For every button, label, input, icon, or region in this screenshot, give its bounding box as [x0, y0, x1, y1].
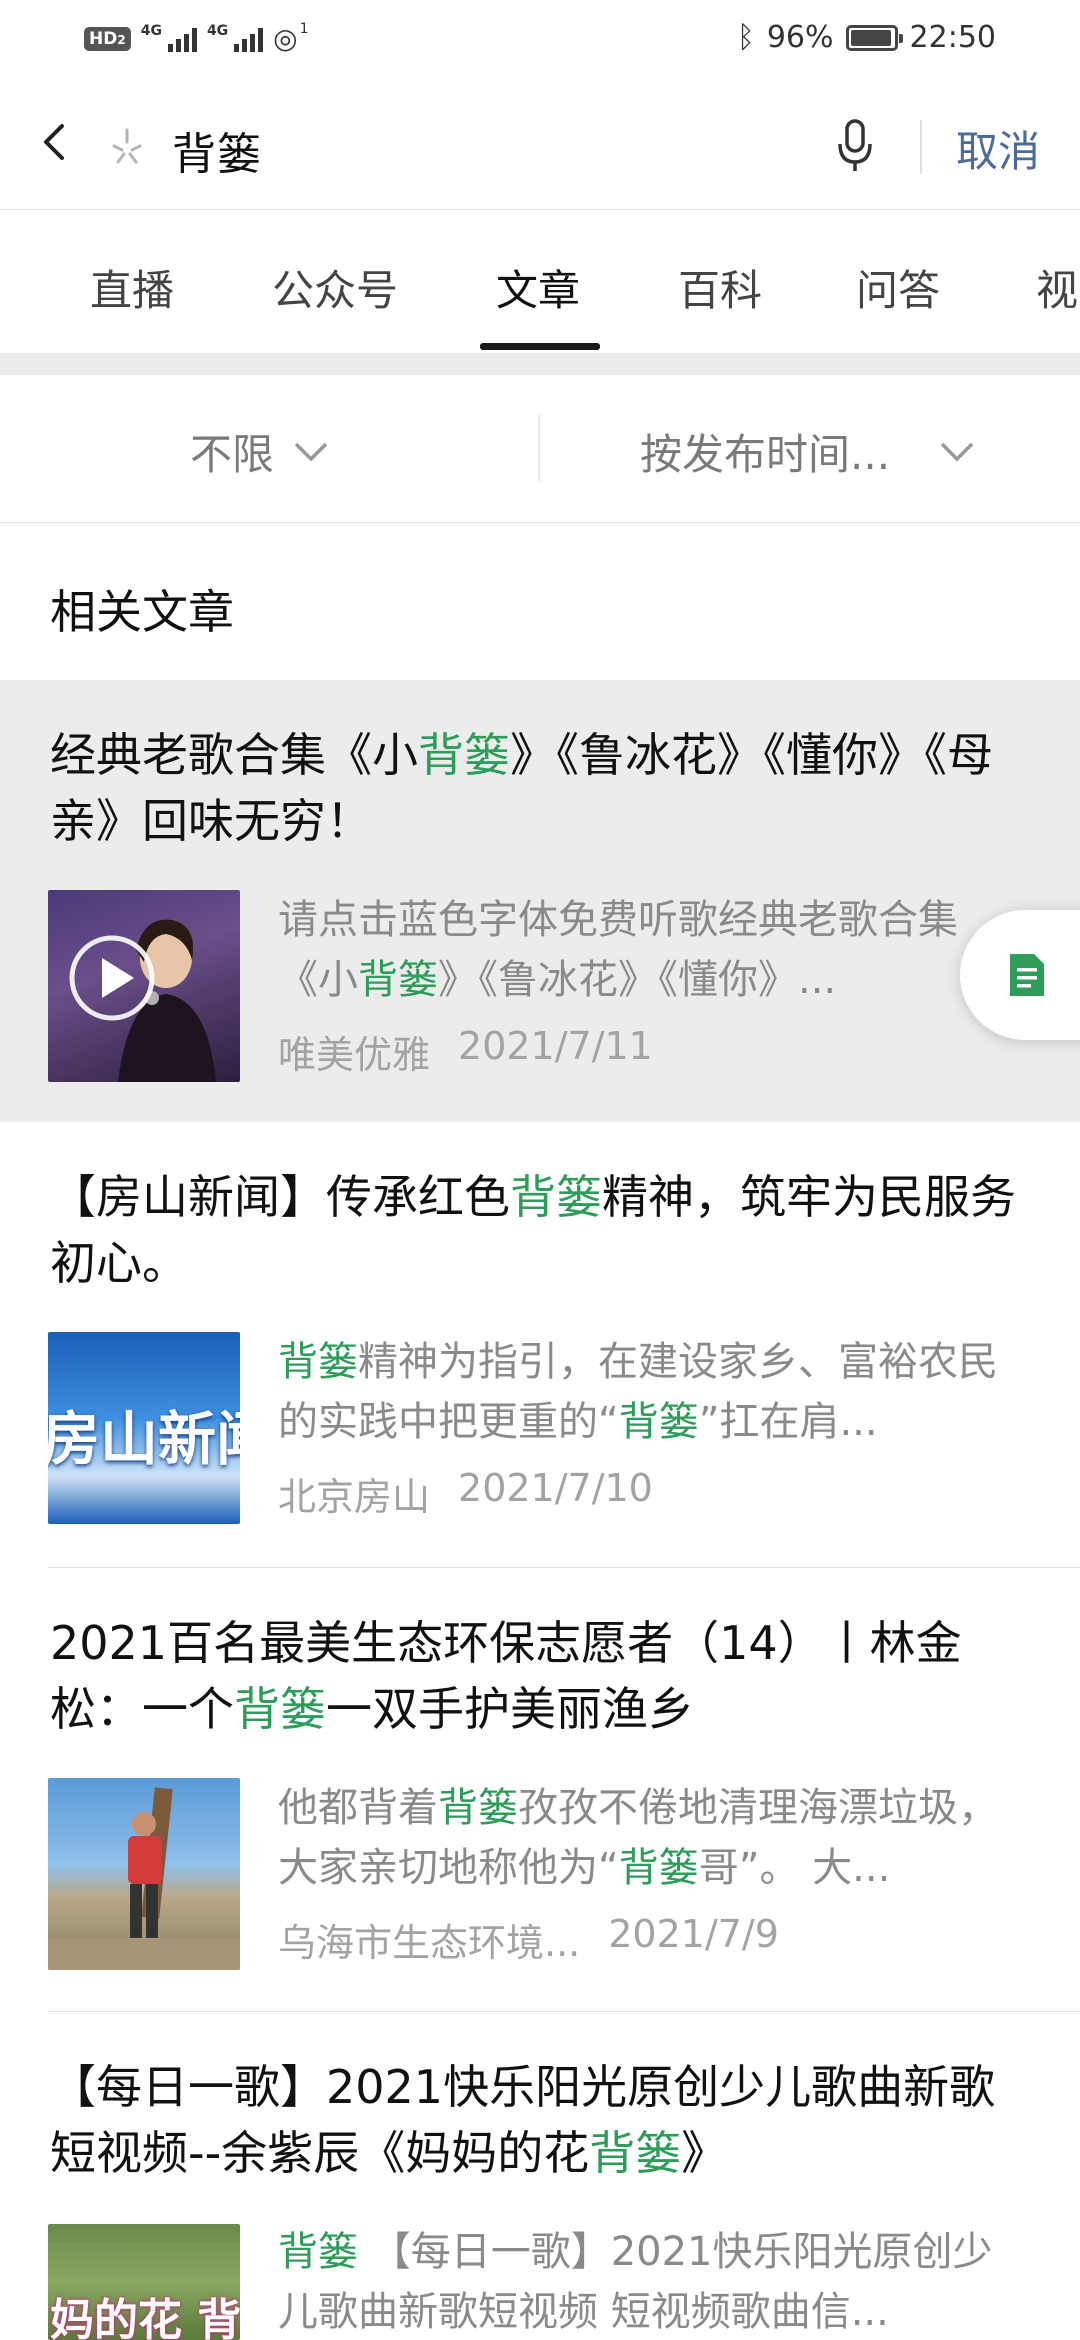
article-title: 2021百名最美生态环保志愿者（14）丨林金松：一个背篓一双手护美丽渔乡	[50, 1610, 1040, 1742]
text-segment: 【每日一歌】2021快乐阳光原创少儿歌曲新歌短视频 短视频歌曲信...	[278, 2229, 993, 2335]
header-divider	[920, 120, 922, 174]
text-segment: 哥”。 大...	[698, 1845, 891, 1891]
keyword-highlight: 背篓	[278, 1339, 358, 1385]
bluetooth-icon: ᛒ	[736, 20, 755, 55]
article-source: 北京房山	[278, 1475, 431, 1519]
article-source: 唯美优雅	[278, 1033, 431, 1077]
battery-level-fill	[850, 29, 891, 46]
article-card[interactable]: 【房山新闻】传承红色背篓精神，筑牢为民服务初心。 房山新闻 背篓精神为指引，在建…	[0, 1122, 1080, 1568]
microphone-icon[interactable]	[836, 118, 874, 174]
article-thumbnail	[48, 890, 240, 1082]
sim2-network-label: 4G	[206, 22, 229, 39]
play-icon	[102, 958, 134, 998]
keyword-highlight: 背篓	[438, 1785, 518, 1831]
tab-official-accounts[interactable]: 公众号	[272, 257, 398, 318]
sim1-network-label: 4G	[140, 22, 162, 39]
article-title: 【房山新闻】传承红色背篓精神，筑牢为民服务初心。	[50, 1164, 1040, 1296]
signal-strength-icon	[167, 26, 197, 52]
range-filter-label: 不限	[190, 430, 275, 479]
article-snippet: 背篓精神为指引，在建设家乡、富裕农民的实践中把更重的“背篓”扛在肩...	[278, 1332, 1018, 1452]
keyword-highlight: 背篓	[510, 1170, 602, 1224]
status-right: ᛒ 96% 22:50	[737, 20, 996, 55]
thumbnail-caption: 房山新闻	[48, 1405, 240, 1473]
article-source: 乌海市生态环境...	[278, 1921, 581, 1965]
tab-encyclopedia[interactable]: 百科	[678, 257, 762, 318]
battery-icon	[845, 24, 903, 51]
keyword-highlight: 背篓	[618, 1845, 699, 1891]
battery-percent: 96%	[766, 20, 834, 55]
signal-strength-icon	[234, 26, 264, 52]
hd-badge: HD2	[84, 26, 131, 51]
keyword-highlight: 背篓	[278, 2229, 358, 2275]
active-tab-indicator	[480, 343, 600, 350]
document-icon	[1010, 954, 1044, 996]
tab-qa[interactable]: 问答	[856, 257, 940, 318]
status-bar: HD2 4G 4G ◎ 1 ᛒ 96% 22:50	[0, 0, 1080, 80]
clock: 22:50	[909, 20, 996, 55]
chevron-down-icon	[940, 442, 974, 461]
section-title: 相关文章	[50, 585, 234, 639]
article-meta: 北京房山 2021/7/10	[278, 1466, 653, 1521]
range-filter[interactable]: 不限	[190, 421, 330, 482]
article-snippet: 请点击蓝色字体免费听歌经典老歌合集《小背篓》《鲁冰花》《懂你》...	[278, 890, 1018, 1010]
status-left: HD2 4G 4G ◎ 1	[84, 20, 309, 55]
filter-divider	[538, 415, 540, 481]
article-meta: 乌海市生态环境... 2021/7/9	[278, 1912, 779, 1967]
keyword-highlight: 背篓	[234, 1682, 326, 1736]
sort-filter[interactable]: 按发布时间...	[640, 421, 976, 482]
keyword-highlight: 背篓	[418, 728, 510, 782]
text-segment: 一双手护美丽渔乡	[326, 1682, 694, 1736]
keyword-highlight: 背篓	[589, 2126, 682, 2180]
volunteer-image	[48, 1787, 240, 1970]
article-card[interactable]: 经典老歌合集《小背篓》《鲁冰花》《懂你》《母亲》回味无穷！ 请点击蓝色字体免费听…	[0, 680, 1080, 1122]
wifi-sub-label: 1	[299, 20, 309, 37]
wifi-icon: ◎	[273, 22, 298, 55]
keyword-highlight: 背篓	[358, 957, 438, 1003]
article-thumbnail: 妈的花 背	[48, 2224, 240, 2340]
text-segment: ”扛在肩...	[698, 1399, 878, 1445]
search-header: 背篓 取消	[0, 80, 1080, 210]
article-date: 2021/7/9	[608, 1912, 779, 1956]
singer-image	[69, 919, 216, 1082]
sort-filter-label: 按发布时间...	[640, 430, 891, 479]
text-segment: 【房山新闻】传承红色	[50, 1170, 510, 1224]
tab-video[interactable]: 视	[1036, 257, 1078, 318]
filter-bar: 不限 按发布时间...	[0, 375, 1080, 523]
text-segment: 他都背着	[278, 1785, 438, 1831]
chevron-down-icon	[294, 442, 328, 461]
article-card[interactable]: 2021百名最美生态环保志愿者（14）丨林金松：一个背篓一双手护美丽渔乡 他都背…	[0, 1568, 1080, 2012]
article-meta: 唯美优雅 2021/7/11	[278, 1024, 653, 1079]
text-segment: 》《鲁冰花》《懂你》...	[438, 957, 837, 1003]
text-segment: 》	[681, 2126, 728, 2180]
article-thumbnail	[48, 1778, 240, 1970]
article-date: 2021/7/11	[458, 1024, 653, 1068]
article-snippet: 他都背着背篓孜孜不倦地清理海漂垃圾，大家亲切地称他为“背篓哥”。 大...	[278, 1778, 1018, 1898]
text-segment: 【每日一歌】2021快乐阳光原创少儿歌曲新歌短视频--余紫辰《妈妈的花	[50, 2060, 996, 2180]
tab-live[interactable]: 直播	[90, 257, 174, 318]
section-gap	[0, 353, 1080, 375]
tab-articles[interactable]: 文章	[496, 257, 580, 318]
keyword-highlight: 背篓	[618, 1399, 699, 1445]
article-thumbnail: 房山新闻	[48, 1332, 240, 1524]
thumbnail-caption: 妈的花 背	[50, 2295, 240, 2340]
search-input[interactable]: 背篓	[172, 118, 262, 182]
back-arrow-icon[interactable]	[38, 124, 74, 160]
search-sparkle-icon	[112, 128, 142, 164]
category-tabs: 直播 公众号 文章 百科 问答 视	[0, 211, 1080, 353]
article-date: 2021/7/10	[458, 1466, 653, 1510]
cancel-button[interactable]: 取消	[956, 118, 1040, 179]
article-title: 【每日一歌】2021快乐阳光原创少儿歌曲新歌短视频--余紫辰《妈妈的花背篓》	[50, 2054, 1040, 2186]
article-title: 经典老歌合集《小背篓》《鲁冰花》《懂你》《母亲》回味无穷！	[50, 722, 1040, 854]
article-card[interactable]: 【每日一歌】2021快乐阳光原创少儿歌曲新歌短视频--余紫辰《妈妈的花背篓》 妈…	[0, 2012, 1080, 2340]
floating-document-button[interactable]	[960, 910, 1080, 1040]
article-snippet: 背篓 【每日一歌】2021快乐阳光原创少儿歌曲新歌短视频 短视频歌曲信...	[278, 2222, 1018, 2340]
text-segment: 经典老歌合集《小	[50, 728, 418, 782]
